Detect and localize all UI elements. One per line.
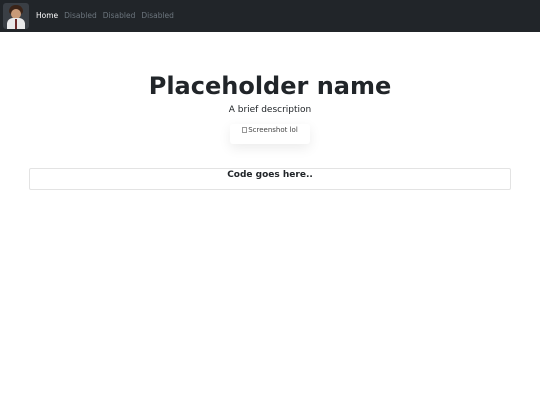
nav-home-link[interactable]: Home (36, 0, 58, 32)
hero-section: Placeholder name A brief description Scr… (0, 70, 540, 144)
nav-links: Home Disabled Disabled Disabled (36, 0, 180, 32)
top-navbar: Home Disabled Disabled Disabled (0, 0, 540, 32)
screenshot-image: Screenshot lol (230, 124, 310, 144)
broken-image-icon (242, 127, 248, 133)
avatar-tie (15, 19, 17, 29)
code-block: Code goes here.. (29, 168, 511, 190)
nav-disabled-link-3: Disabled (141, 11, 174, 20)
screenshot-alt-text: Screenshot lol (248, 126, 298, 134)
screenshot-alt: Screenshot lol (230, 124, 310, 136)
page-title: Placeholder name (148, 72, 392, 100)
nav-disabled-link-2: Disabled (102, 11, 136, 20)
page-description: A brief description (228, 105, 312, 115)
nav-disabled-link-1: Disabled (64, 11, 97, 20)
brand-avatar[interactable] (3, 3, 29, 29)
